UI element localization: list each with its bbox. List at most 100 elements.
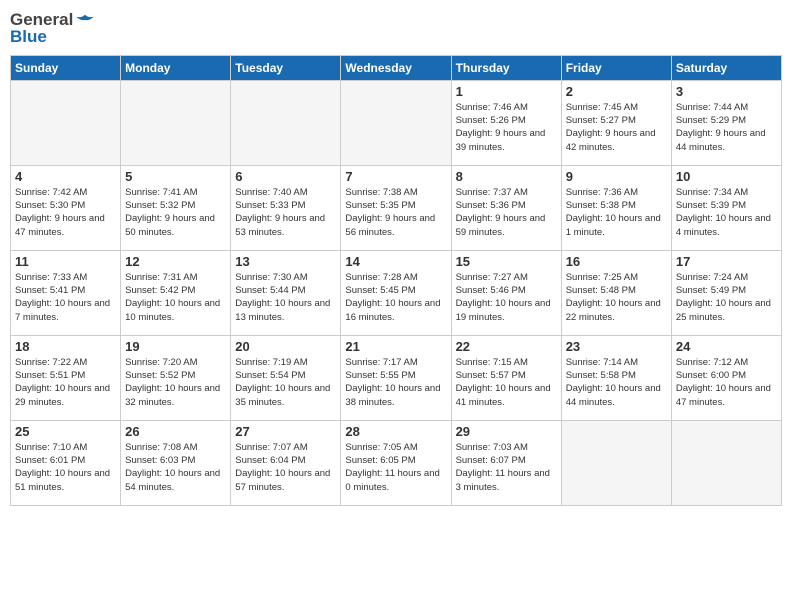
- week-row-5: 25 Sunrise: 7:10 AMSunset: 6:01 PMDayligh…: [11, 420, 782, 505]
- day-info: Sunrise: 7:41 AMSunset: 5:32 PMDaylight:…: [125, 186, 226, 239]
- day-info: Sunrise: 7:20 AMSunset: 5:52 PMDaylight:…: [125, 356, 226, 409]
- day-number: 26: [125, 424, 226, 439]
- day-info: Sunrise: 7:38 AMSunset: 5:35 PMDaylight:…: [345, 186, 446, 239]
- calendar-cell: 1 Sunrise: 7:46 AMSunset: 5:26 PMDaylight…: [451, 80, 561, 165]
- logo: General Blue: [10, 10, 95, 47]
- calendar-cell: 16Sunrise: 7:25 AMSunset: 5:48 PMDayligh…: [561, 250, 671, 335]
- day-info: Sunrise: 7:31 AMSunset: 5:42 PMDaylight:…: [125, 271, 226, 324]
- calendar-cell: 11 Sunrise: 7:33 AMSunset: 5:41 PMDayligh…: [11, 250, 121, 335]
- calendar-cell: 19 Sunrise: 7:20 AMSunset: 5:52 PMDayligh…: [121, 335, 231, 420]
- day-number: 20: [235, 339, 336, 354]
- calendar-cell: [11, 80, 121, 165]
- calendar-cell: [561, 420, 671, 505]
- day-info: Sunrise: 7:37 AMSunset: 5:36 PMDaylight:…: [456, 186, 557, 239]
- day-info: Sunrise: 7:28 AMSunset: 5:45 PMDaylight:…: [345, 271, 446, 324]
- day-info: Sunrise: 7:33 AMSunset: 5:41 PMDaylight:…: [15, 271, 116, 324]
- calendar-cell: 27Sunrise: 7:07 AMSunset: 6:04 PMDayligh…: [231, 420, 341, 505]
- day-number: 17: [676, 254, 777, 269]
- day-number: 14: [345, 254, 446, 269]
- calendar-cell: 3Sunrise: 7:44 AMSunset: 5:29 PMDaylight…: [671, 80, 781, 165]
- day-number: 10: [676, 169, 777, 184]
- day-number: 2: [566, 84, 667, 99]
- calendar-cell: 25 Sunrise: 7:10 AMSunset: 6:01 PMDayligh…: [11, 420, 121, 505]
- day-info: Sunrise: 7:14 AMSunset: 5:58 PMDaylight:…: [566, 356, 667, 409]
- calendar-cell: 29 Sunrise: 7:03 AMSunset: 6:07 PMDayligh…: [451, 420, 561, 505]
- day-info: Sunrise: 7:34 AMSunset: 5:39 PMDaylight:…: [676, 186, 777, 239]
- day-number: 25: [15, 424, 116, 439]
- day-number: 6: [235, 169, 336, 184]
- calendar-header-row: SundayMondayTuesdayWednesdayThursdayFrid…: [11, 55, 782, 80]
- calendar-cell: 22 Sunrise: 7:15 AMSunset: 5:57 PMDayligh…: [451, 335, 561, 420]
- day-info: Sunrise: 7:42 AMSunset: 5:30 PMDaylight:…: [15, 186, 116, 239]
- logo-bird-shape: [75, 10, 95, 30]
- week-row-1: 1 Sunrise: 7:46 AMSunset: 5:26 PMDaylight…: [11, 80, 782, 165]
- page-header: General Blue: [10, 10, 782, 47]
- calendar-cell: 10 Sunrise: 7:34 AMSunset: 5:39 PMDayligh…: [671, 165, 781, 250]
- calendar-cell: [231, 80, 341, 165]
- column-header-sunday: Sunday: [11, 55, 121, 80]
- calendar-cell: 20 Sunrise: 7:19 AMSunset: 5:54 PMDayligh…: [231, 335, 341, 420]
- day-number: 3: [676, 84, 777, 99]
- day-number: 24: [676, 339, 777, 354]
- day-number: 8: [456, 169, 557, 184]
- calendar-cell: 6 Sunrise: 7:40 AMSunset: 5:33 PMDaylight…: [231, 165, 341, 250]
- day-info: Sunrise: 7:12 AMSunset: 6:00 PMDaylight:…: [676, 356, 777, 409]
- day-info: Sunrise: 7:36 AMSunset: 5:38 PMDaylight:…: [566, 186, 667, 239]
- day-number: 1: [456, 84, 557, 99]
- calendar-cell: 21Sunrise: 7:17 AMSunset: 5:55 PMDayligh…: [341, 335, 451, 420]
- day-number: 18: [15, 339, 116, 354]
- day-info: Sunrise: 7:30 AMSunset: 5:44 PMDaylight:…: [235, 271, 336, 324]
- day-info: Sunrise: 7:07 AMSunset: 6:04 PMDaylight:…: [235, 441, 336, 494]
- logo-wrapper: General Blue: [10, 10, 95, 47]
- day-number: 9: [566, 169, 667, 184]
- day-number: 19: [125, 339, 226, 354]
- logo-blue-text: Blue: [10, 28, 47, 47]
- column-header-thursday: Thursday: [451, 55, 561, 80]
- calendar-table: SundayMondayTuesdayWednesdayThursdayFrid…: [10, 55, 782, 506]
- day-info: Sunrise: 7:05 AMSunset: 6:05 PMDaylight:…: [345, 441, 446, 494]
- column-header-friday: Friday: [561, 55, 671, 80]
- day-info: Sunrise: 7:24 AMSunset: 5:49 PMDaylight:…: [676, 271, 777, 324]
- column-header-monday: Monday: [121, 55, 231, 80]
- day-info: Sunrise: 7:15 AMSunset: 5:57 PMDaylight:…: [456, 356, 557, 409]
- week-row-2: 4 Sunrise: 7:42 AMSunset: 5:30 PMDaylight…: [11, 165, 782, 250]
- column-header-saturday: Saturday: [671, 55, 781, 80]
- day-info: Sunrise: 7:17 AMSunset: 5:55 PMDaylight:…: [345, 356, 446, 409]
- day-info: Sunrise: 7:10 AMSunset: 6:01 PMDaylight:…: [15, 441, 116, 494]
- calendar-cell: 15Sunrise: 7:27 AMSunset: 5:46 PMDayligh…: [451, 250, 561, 335]
- calendar-cell: 7Sunrise: 7:38 AMSunset: 5:35 PMDaylight…: [341, 165, 451, 250]
- day-info: Sunrise: 7:46 AMSunset: 5:26 PMDaylight:…: [456, 101, 557, 154]
- calendar-cell: [341, 80, 451, 165]
- calendar-cell: 17 Sunrise: 7:24 AMSunset: 5:49 PMDayligh…: [671, 250, 781, 335]
- column-header-tuesday: Tuesday: [231, 55, 341, 80]
- column-header-wednesday: Wednesday: [341, 55, 451, 80]
- day-info: Sunrise: 7:19 AMSunset: 5:54 PMDaylight:…: [235, 356, 336, 409]
- day-number: 5: [125, 169, 226, 184]
- calendar-cell: [121, 80, 231, 165]
- day-number: 11: [15, 254, 116, 269]
- week-row-3: 11 Sunrise: 7:33 AMSunset: 5:41 PMDayligh…: [11, 250, 782, 335]
- day-info: Sunrise: 7:08 AMSunset: 6:03 PMDaylight:…: [125, 441, 226, 494]
- calendar-cell: 4 Sunrise: 7:42 AMSunset: 5:30 PMDaylight…: [11, 165, 121, 250]
- day-number: 29: [456, 424, 557, 439]
- calendar-cell: 14 Sunrise: 7:28 AMSunset: 5:45 PMDayligh…: [341, 250, 451, 335]
- week-row-4: 18 Sunrise: 7:22 AMSunset: 5:51 PMDayligh…: [11, 335, 782, 420]
- calendar-cell: 26 Sunrise: 7:08 AMSunset: 6:03 PMDayligh…: [121, 420, 231, 505]
- calendar-cell: 12 Sunrise: 7:31 AMSunset: 5:42 PMDayligh…: [121, 250, 231, 335]
- day-number: 16: [566, 254, 667, 269]
- day-number: 23: [566, 339, 667, 354]
- day-number: 22: [456, 339, 557, 354]
- calendar-cell: 23 Sunrise: 7:14 AMSunset: 5:58 PMDayligh…: [561, 335, 671, 420]
- day-number: 13: [235, 254, 336, 269]
- calendar-cell: 18 Sunrise: 7:22 AMSunset: 5:51 PMDayligh…: [11, 335, 121, 420]
- day-number: 15: [456, 254, 557, 269]
- day-number: 4: [15, 169, 116, 184]
- calendar-cell: 9 Sunrise: 7:36 AMSunset: 5:38 PMDaylight…: [561, 165, 671, 250]
- calendar-cell: 5 Sunrise: 7:41 AMSunset: 5:32 PMDaylight…: [121, 165, 231, 250]
- day-number: 28: [345, 424, 446, 439]
- day-info: Sunrise: 7:40 AMSunset: 5:33 PMDaylight:…: [235, 186, 336, 239]
- day-info: Sunrise: 7:22 AMSunset: 5:51 PMDaylight:…: [15, 356, 116, 409]
- day-info: Sunrise: 7:03 AMSunset: 6:07 PMDaylight:…: [456, 441, 557, 494]
- day-number: 12: [125, 254, 226, 269]
- calendar-cell: 24 Sunrise: 7:12 AMSunset: 6:00 PMDayligh…: [671, 335, 781, 420]
